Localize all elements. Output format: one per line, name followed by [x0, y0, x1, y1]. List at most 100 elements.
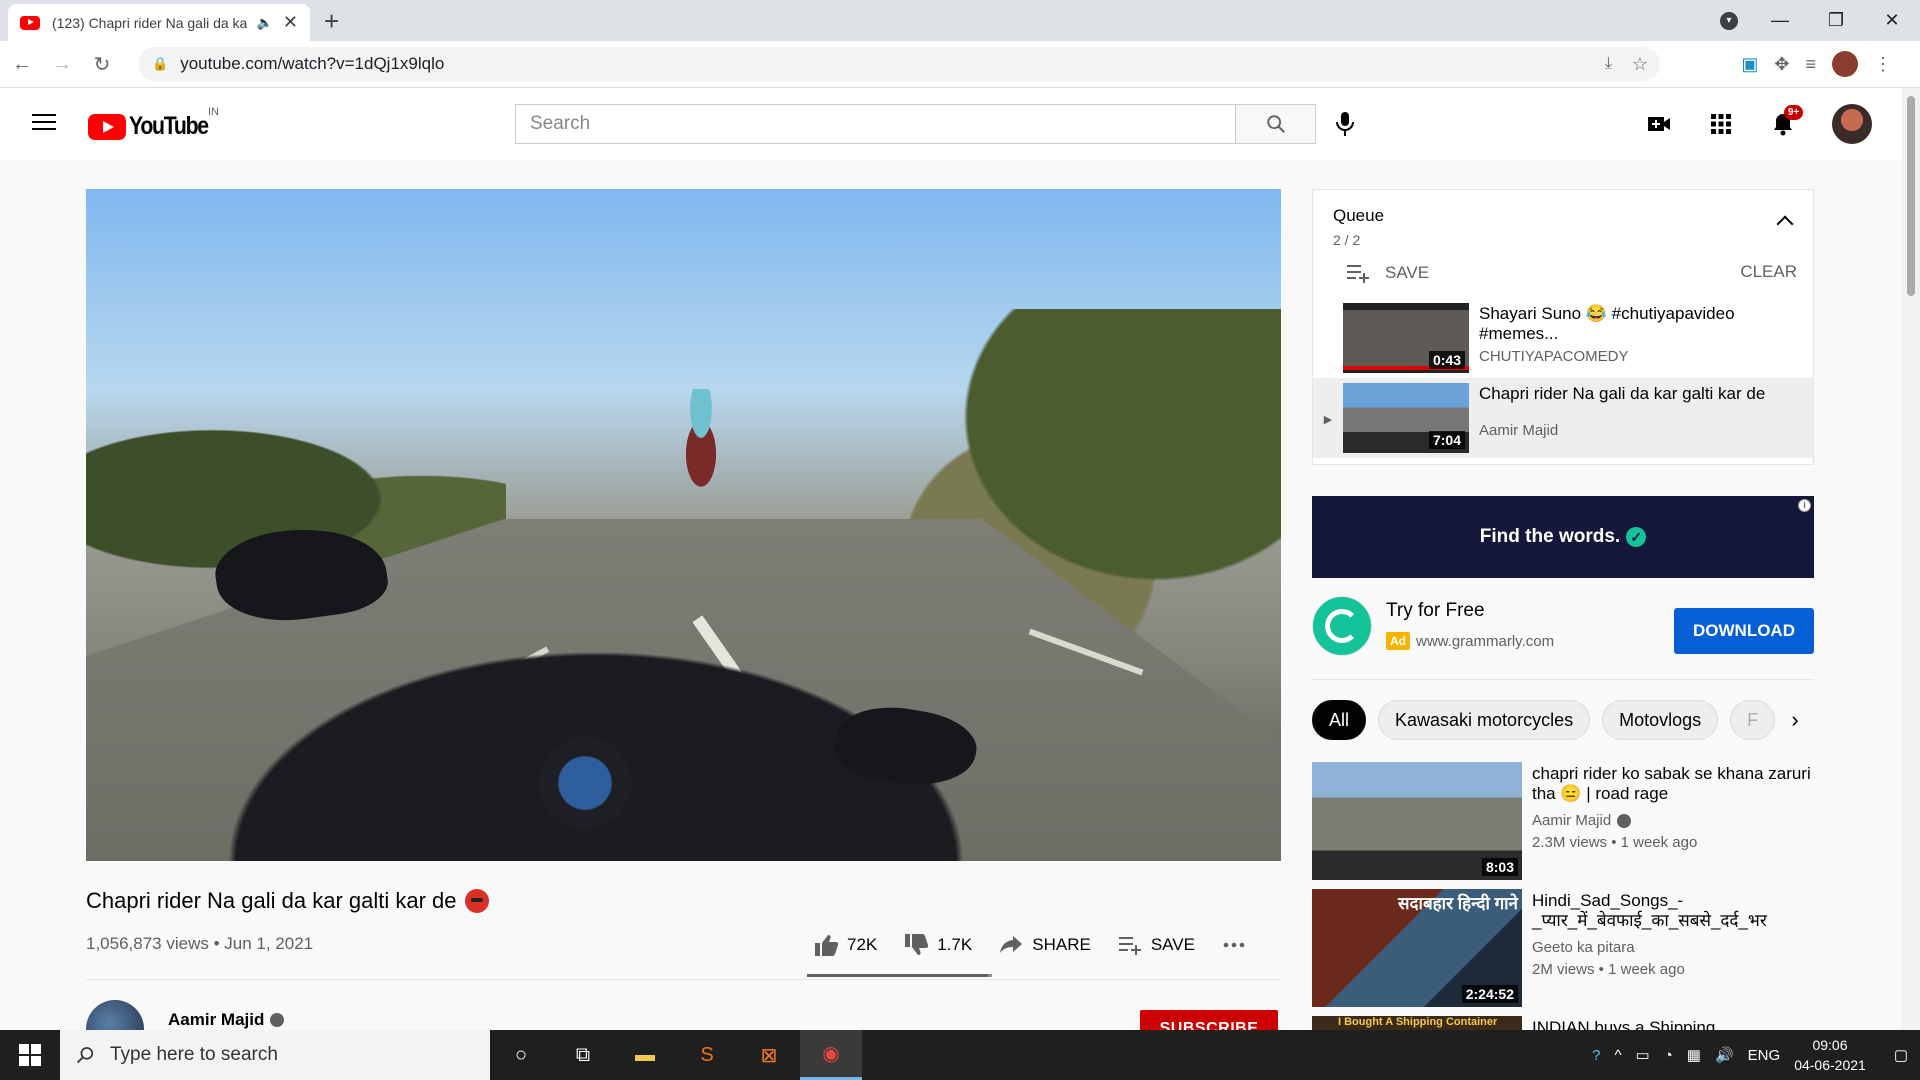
browser-tab[interactable]: (123) Chapri rider Na gali da kar galti … [8, 4, 310, 41]
wifi-icon[interactable]: ◔ [1664, 1047, 1673, 1064]
forward-icon[interactable]: → [44, 53, 80, 76]
lock-icon[interactable]: 🔒 [152, 56, 168, 72]
clock-time: 09:06 [1812, 1037, 1848, 1053]
more-actions-button[interactable] [1221, 932, 1247, 958]
search-button[interactable] [1235, 105, 1315, 143]
video-views-date: 1,056,873 views • Jun 1, 2021 [86, 934, 314, 953]
search-input[interactable] [516, 105, 1235, 143]
save-label: SAVE [1150, 935, 1195, 954]
cortana-icon[interactable]: ○ [490, 1030, 552, 1080]
youtube-play-icon [88, 113, 126, 140]
browser-tab-strip: (123) Chapri rider Na gali da kar galti … [0, 0, 1920, 41]
video-title-text: Chapri rider Na gali da kar galti kar de [86, 888, 457, 913]
ad-banner[interactable]: Find the words. ✓ i [1312, 496, 1814, 578]
network-icon[interactable]: ▦ [1687, 1046, 1701, 1064]
extensions-area: ▣ ✥ ≡ ⋮ [1741, 51, 1892, 77]
rec-duration: 8:03 [1481, 858, 1518, 876]
queue-video-title: Shayari Suno 😂 #chutiyapavideo #memes... [1479, 304, 1735, 343]
queue-save-button[interactable]: SAVE [1345, 262, 1429, 284]
xampp-icon[interactable]: ⊠ [738, 1030, 800, 1080]
ad-info-icon[interactable]: i [1798, 499, 1811, 512]
search-icon [1266, 115, 1285, 133]
volume-icon[interactable]: 🔊 [1715, 1046, 1734, 1064]
rec-meta: 2.3M views • 1 week ago [1532, 834, 1698, 851]
rec-thumb-caption: I Bought A Shipping Container [1338, 1016, 1498, 1028]
task-view-icon[interactable]: ⧉ [552, 1030, 614, 1080]
channel-name[interactable]: Aamir Majid [168, 1010, 285, 1030]
language-indicator[interactable]: ENG [1748, 1047, 1781, 1064]
queue-duration: 7:04 [1428, 431, 1465, 449]
download-button[interactable]: DOWNLOAD [1674, 608, 1814, 654]
media-queue-icon[interactable]: ≡ [1805, 54, 1816, 75]
chip-kawasaki[interactable]: Kawasaki motorcycles [1378, 700, 1591, 740]
maximize-icon[interactable]: ❐ [1808, 10, 1864, 31]
browser-toolbar: ← → ↻ 🔒 youtube.com/watch?v=1dQj1x9lqlo … [0, 41, 1920, 88]
search-icon [77, 1047, 94, 1064]
taskbar-search[interactable]: Type here to search [60, 1030, 490, 1080]
help-icon[interactable]: ? [1592, 1047, 1600, 1064]
queue-clear-button[interactable]: CLEAR [1740, 262, 1797, 282]
page-scrollbar[interactable] [1902, 88, 1920, 1030]
profile-avatar[interactable] [1832, 51, 1858, 77]
save-to-playlist-button[interactable]: SAVE [1117, 932, 1195, 958]
file-explorer-icon[interactable]: ▬ [614, 1030, 676, 1080]
verified-icon [270, 1013, 285, 1027]
chip-motovlogs[interactable]: Motovlogs [1602, 700, 1719, 740]
video-player[interactable] [86, 189, 1281, 861]
recommendation-item[interactable]: सदाबहार हिन्दी गाने 2:24:52 Hindi_Sad_So… [1312, 889, 1814, 1007]
scrollbar-thumb[interactable] [1907, 96, 1915, 296]
new-tab-button[interactable]: + [324, 6, 339, 37]
dislike-button[interactable]: 1.7K [903, 932, 972, 958]
chrome-menu-icon[interactable]: ⋮ [1874, 54, 1892, 75]
rec-meta: 2M views • 1 week ago [1532, 961, 1685, 978]
notification-center-icon[interactable]: ▢ [1894, 1046, 1908, 1064]
rec-channel-text: Geeto ka pitara [1532, 939, 1635, 956]
grammarly-logo[interactable] [1312, 596, 1372, 656]
microphone-icon[interactable] [1333, 110, 1357, 138]
rec-title: INDIAN buys a Shipping [1532, 1018, 1716, 1030]
hamburger-menu-icon[interactable] [32, 114, 56, 132]
ad-banner-text: Find the words. [1479, 526, 1621, 547]
queue-channel: Aamir Majid [1479, 422, 1559, 439]
recommendation-item[interactable]: I Bought A Shipping Container INDIAN buy… [1312, 1016, 1814, 1030]
chip-all[interactable]: All [1312, 700, 1367, 740]
rec-thumbnail: 8:03 [1312, 762, 1522, 880]
extension-icon[interactable]: ▣ [1741, 54, 1758, 75]
bookmark-star-icon[interactable]: ☆ [1632, 54, 1648, 75]
apps-grid-icon[interactable] [1708, 111, 1734, 137]
rec-thumb-caption: सदाबहार हिन्दी गाने [1398, 894, 1518, 913]
check-icon: ✓ [1626, 527, 1647, 547]
queue-item-now-playing[interactable]: ▶ 7:04 Chapri rider Na gali da kar galti… [1313, 378, 1813, 458]
back-icon[interactable]: ← [4, 53, 40, 76]
user-avatar[interactable] [1832, 104, 1872, 144]
ad-title[interactable]: Try for Free [1386, 600, 1485, 622]
collapse-chevron-icon[interactable] [1776, 215, 1794, 233]
puzzle-icon[interactable]: ✥ [1774, 54, 1789, 75]
share-button[interactable]: SHARE [998, 932, 1091, 958]
clock[interactable]: 09:06 04-06-2021 [1794, 1035, 1866, 1075]
install-icon[interactable]: ⤓ [1605, 55, 1612, 73]
notifications-button[interactable]: 9+ [1770, 105, 1804, 137]
close-window-icon[interactable]: ✕ [1864, 10, 1920, 31]
tab-search-icon[interactable]: ▾ [1720, 12, 1738, 30]
rider-in-video [671, 389, 731, 489]
chip-partial[interactable]: F [1730, 700, 1776, 740]
address-bar[interactable]: 🔒 youtube.com/watch?v=1dQj1x9lqlo ⤓ ☆ [138, 47, 1660, 81]
tab-audio-icon[interactable]: 🔈 [257, 15, 273, 31]
chevron-up-icon[interactable]: ^ [1615, 1047, 1622, 1064]
chips-next-arrow-icon[interactable]: › [1775, 700, 1815, 740]
like-ratio-fill [807, 974, 988, 977]
reload-icon[interactable]: ↻ [84, 52, 120, 77]
rec-channel: Aamir Majid [1532, 812, 1632, 829]
minimize-icon[interactable]: — [1752, 10, 1808, 31]
chrome-taskbar-icon[interactable]: ◉ [800, 1030, 862, 1080]
youtube-logo[interactable]: YouTube IN [88, 106, 222, 141]
tab-close-icon[interactable]: ✕ [283, 12, 298, 33]
like-button[interactable]: 72K [813, 932, 877, 958]
start-button[interactable] [0, 1030, 60, 1080]
recommendation-item[interactable]: 8:03 chapri rider ko sabak se khana zaru… [1312, 762, 1814, 880]
sublime-text-icon[interactable]: S [676, 1030, 738, 1080]
create-video-icon[interactable] [1646, 111, 1672, 137]
battery-icon[interactable]: ▭ [1636, 1046, 1650, 1064]
queue-item[interactable]: 0:43 Shayari Suno 😂 #chutiyapavideo #mem… [1313, 298, 1813, 378]
